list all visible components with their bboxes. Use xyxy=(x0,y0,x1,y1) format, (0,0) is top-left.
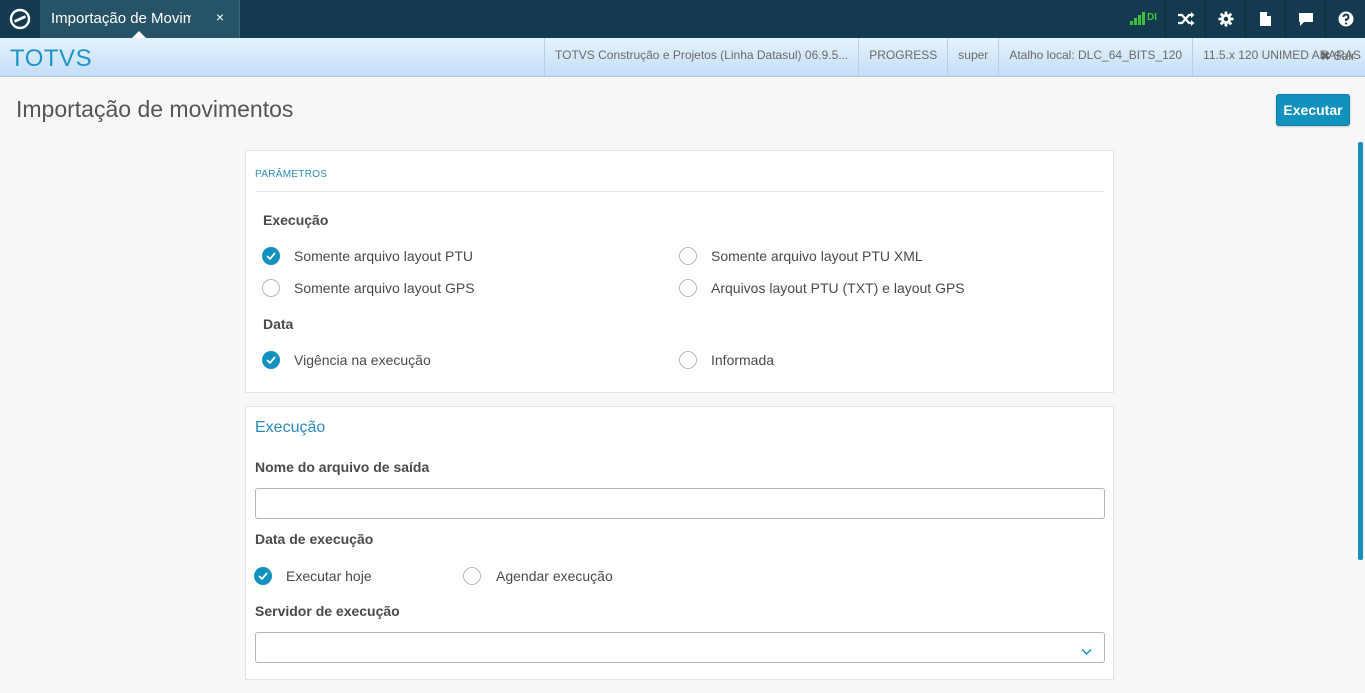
option-label: Somente arquivo layout PTU XML xyxy=(711,248,923,264)
radio-unchecked-icon[interactable] xyxy=(679,351,697,369)
radio-unchecked-icon[interactable] xyxy=(679,279,697,297)
chat-icon[interactable] xyxy=(1285,0,1325,38)
output-file-input[interactable] xyxy=(255,488,1105,519)
page-title: Importação de movimentos xyxy=(16,96,294,122)
info-product: TOTVS Construção e Projetos (Linha Datas… xyxy=(544,38,858,76)
divider xyxy=(255,191,1104,192)
date-group-label: Data xyxy=(263,316,294,332)
option-informada[interactable]: Informada xyxy=(679,351,774,369)
gear-icon[interactable] xyxy=(1205,0,1245,38)
logout-label: Sair xyxy=(1333,49,1355,63)
execution-group-label: Execução xyxy=(263,212,329,228)
connection-signal-icon: DI xyxy=(1125,0,1165,38)
option-run-today[interactable]: Executar hoje xyxy=(254,567,372,585)
session-info: TOTVS Construção e Projetos (Linha Datas… xyxy=(544,38,1365,76)
option-gps[interactable]: Somente arquivo layout GPS xyxy=(262,279,475,297)
info-user: super xyxy=(947,38,998,76)
server-label: Servidor de execução xyxy=(255,603,400,619)
option-label: Somente arquivo layout PTU xyxy=(294,248,473,264)
tab-title: Importação de Movimentos xyxy=(51,10,191,27)
parameters-caption: PARÂMETROS xyxy=(255,169,328,180)
help-icon[interactable] xyxy=(1325,0,1365,38)
totvs-logo-icon[interactable] xyxy=(0,0,40,38)
radio-checked-icon[interactable] xyxy=(262,247,280,265)
option-label: Informada xyxy=(711,352,775,368)
chevron-down-icon xyxy=(1081,643,1092,661)
option-label: Agendar execução xyxy=(496,568,613,584)
radio-unchecked-icon[interactable] xyxy=(463,567,481,585)
close-icon: ✖ xyxy=(1320,49,1331,63)
option-ptu[interactable]: Somente arquivo layout PTU xyxy=(262,247,473,265)
shuffle-icon[interactable] xyxy=(1165,0,1205,38)
radio-unchecked-icon[interactable] xyxy=(262,279,280,297)
radio-checked-icon[interactable] xyxy=(262,351,280,369)
info-shortcut: Atalho local: DLC_64_BITS_120 xyxy=(998,38,1192,76)
brand-bar: TOTVS TOTVS Construção e Projetos (Linha… xyxy=(0,38,1365,77)
option-label: Vigência na execução xyxy=(294,352,431,368)
brand-logo: TOTVS xyxy=(10,45,93,72)
option-label: Executar hoje xyxy=(286,568,372,584)
option-label: Somente arquivo layout GPS xyxy=(294,280,475,296)
execution-card: Execução Nome do arquivo de saída Data d… xyxy=(245,406,1114,680)
run-button[interactable]: Executar xyxy=(1276,94,1350,126)
signal-label: DI xyxy=(1147,12,1157,23)
option-label: Arquivos layout PTU (TXT) e layout GPS xyxy=(711,280,965,296)
tab-close-button[interactable]: × xyxy=(213,9,227,25)
execution-heading: Execução xyxy=(255,419,326,436)
option-vigencia[interactable]: Vigência na execução xyxy=(262,351,431,369)
parameters-card: PARÂMETROS Execução Somente arquivo layo… xyxy=(245,150,1114,393)
option-ptu-txt-gps[interactable]: Arquivos layout PTU (TXT) e layout GPS xyxy=(679,279,965,297)
top-toolbar: DI xyxy=(1125,0,1365,38)
tab-active-indicator xyxy=(132,31,146,38)
output-file-label: Nome do arquivo de saída xyxy=(255,459,430,475)
logout-button[interactable]: ✖ Sair xyxy=(1320,49,1355,63)
top-bar: Importação de Movimentos × DI xyxy=(0,0,1365,38)
tab-importacao[interactable]: Importação de Movimentos × xyxy=(40,0,240,38)
document-icon[interactable] xyxy=(1245,0,1285,38)
radio-unchecked-icon[interactable] xyxy=(679,247,697,265)
exec-date-label: Data de execução xyxy=(255,531,374,547)
option-ptu-xml[interactable]: Somente arquivo layout PTU XML xyxy=(679,247,923,265)
server-select[interactable] xyxy=(255,632,1105,663)
page-scrollbar[interactable] xyxy=(1358,142,1363,560)
info-database: PROGRESS xyxy=(858,38,947,76)
radio-checked-icon[interactable] xyxy=(254,567,272,585)
option-schedule[interactable]: Agendar execução xyxy=(463,567,613,585)
